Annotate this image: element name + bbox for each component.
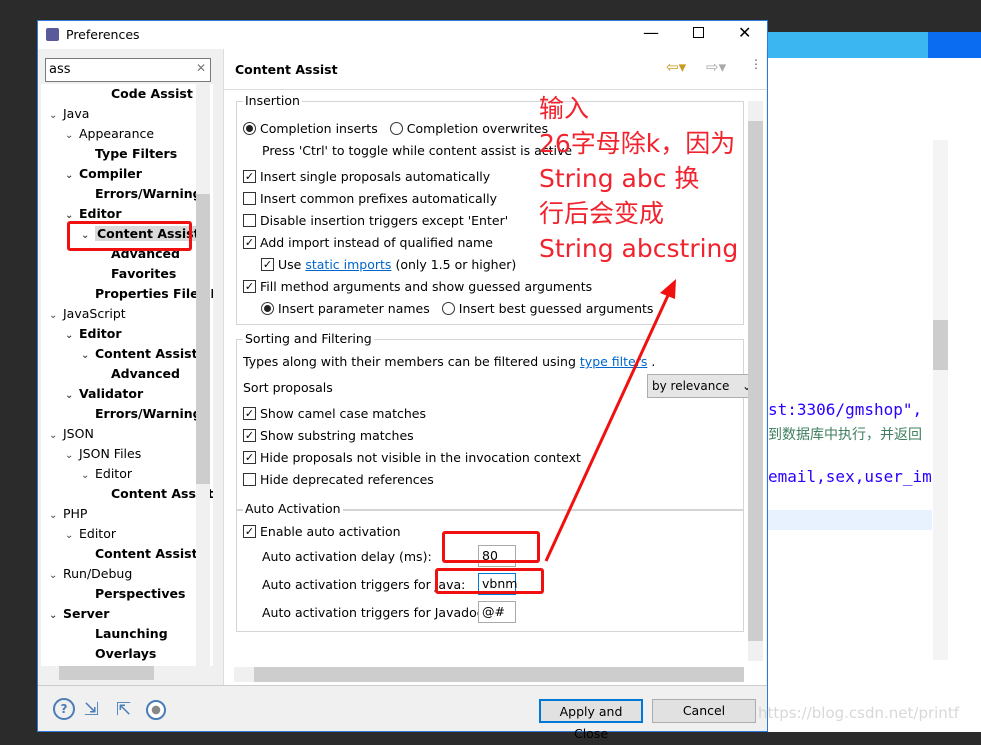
annotation-text: 输入 26字母除k，因为 String abc 换 行后会变成 String a… <box>539 94 739 263</box>
divider <box>38 685 767 686</box>
current-line-highlight <box>768 510 932 530</box>
help-icon[interactable]: ? <box>53 698 75 720</box>
code-comment: 到数据库中执行，并返回 <box>768 427 922 443</box>
export-icon[interactable]: ⇱ <box>116 699 131 720</box>
preferences-dialog: Preferences — ✕ ass ✕ Code Assist ⌄ Java ⌄ A… <box>37 20 768 741</box>
code-line: email,sex,user_im <box>768 467 932 486</box>
watermark: https://blog.csdn.net/printf <box>758 704 959 722</box>
code-line: st:3306/gmshop", <box>768 400 923 419</box>
background-titlebar-2 <box>768 32 928 58</box>
editor-scrollbar[interactable] <box>933 140 948 660</box>
cancel-button[interactable]: Cancel <box>652 699 756 723</box>
import-icon[interactable]: ⇲ <box>84 699 99 720</box>
record-icon[interactable] <box>146 700 166 720</box>
apply-and-close-button[interactable]: Apply and Close <box>539 699 643 741</box>
